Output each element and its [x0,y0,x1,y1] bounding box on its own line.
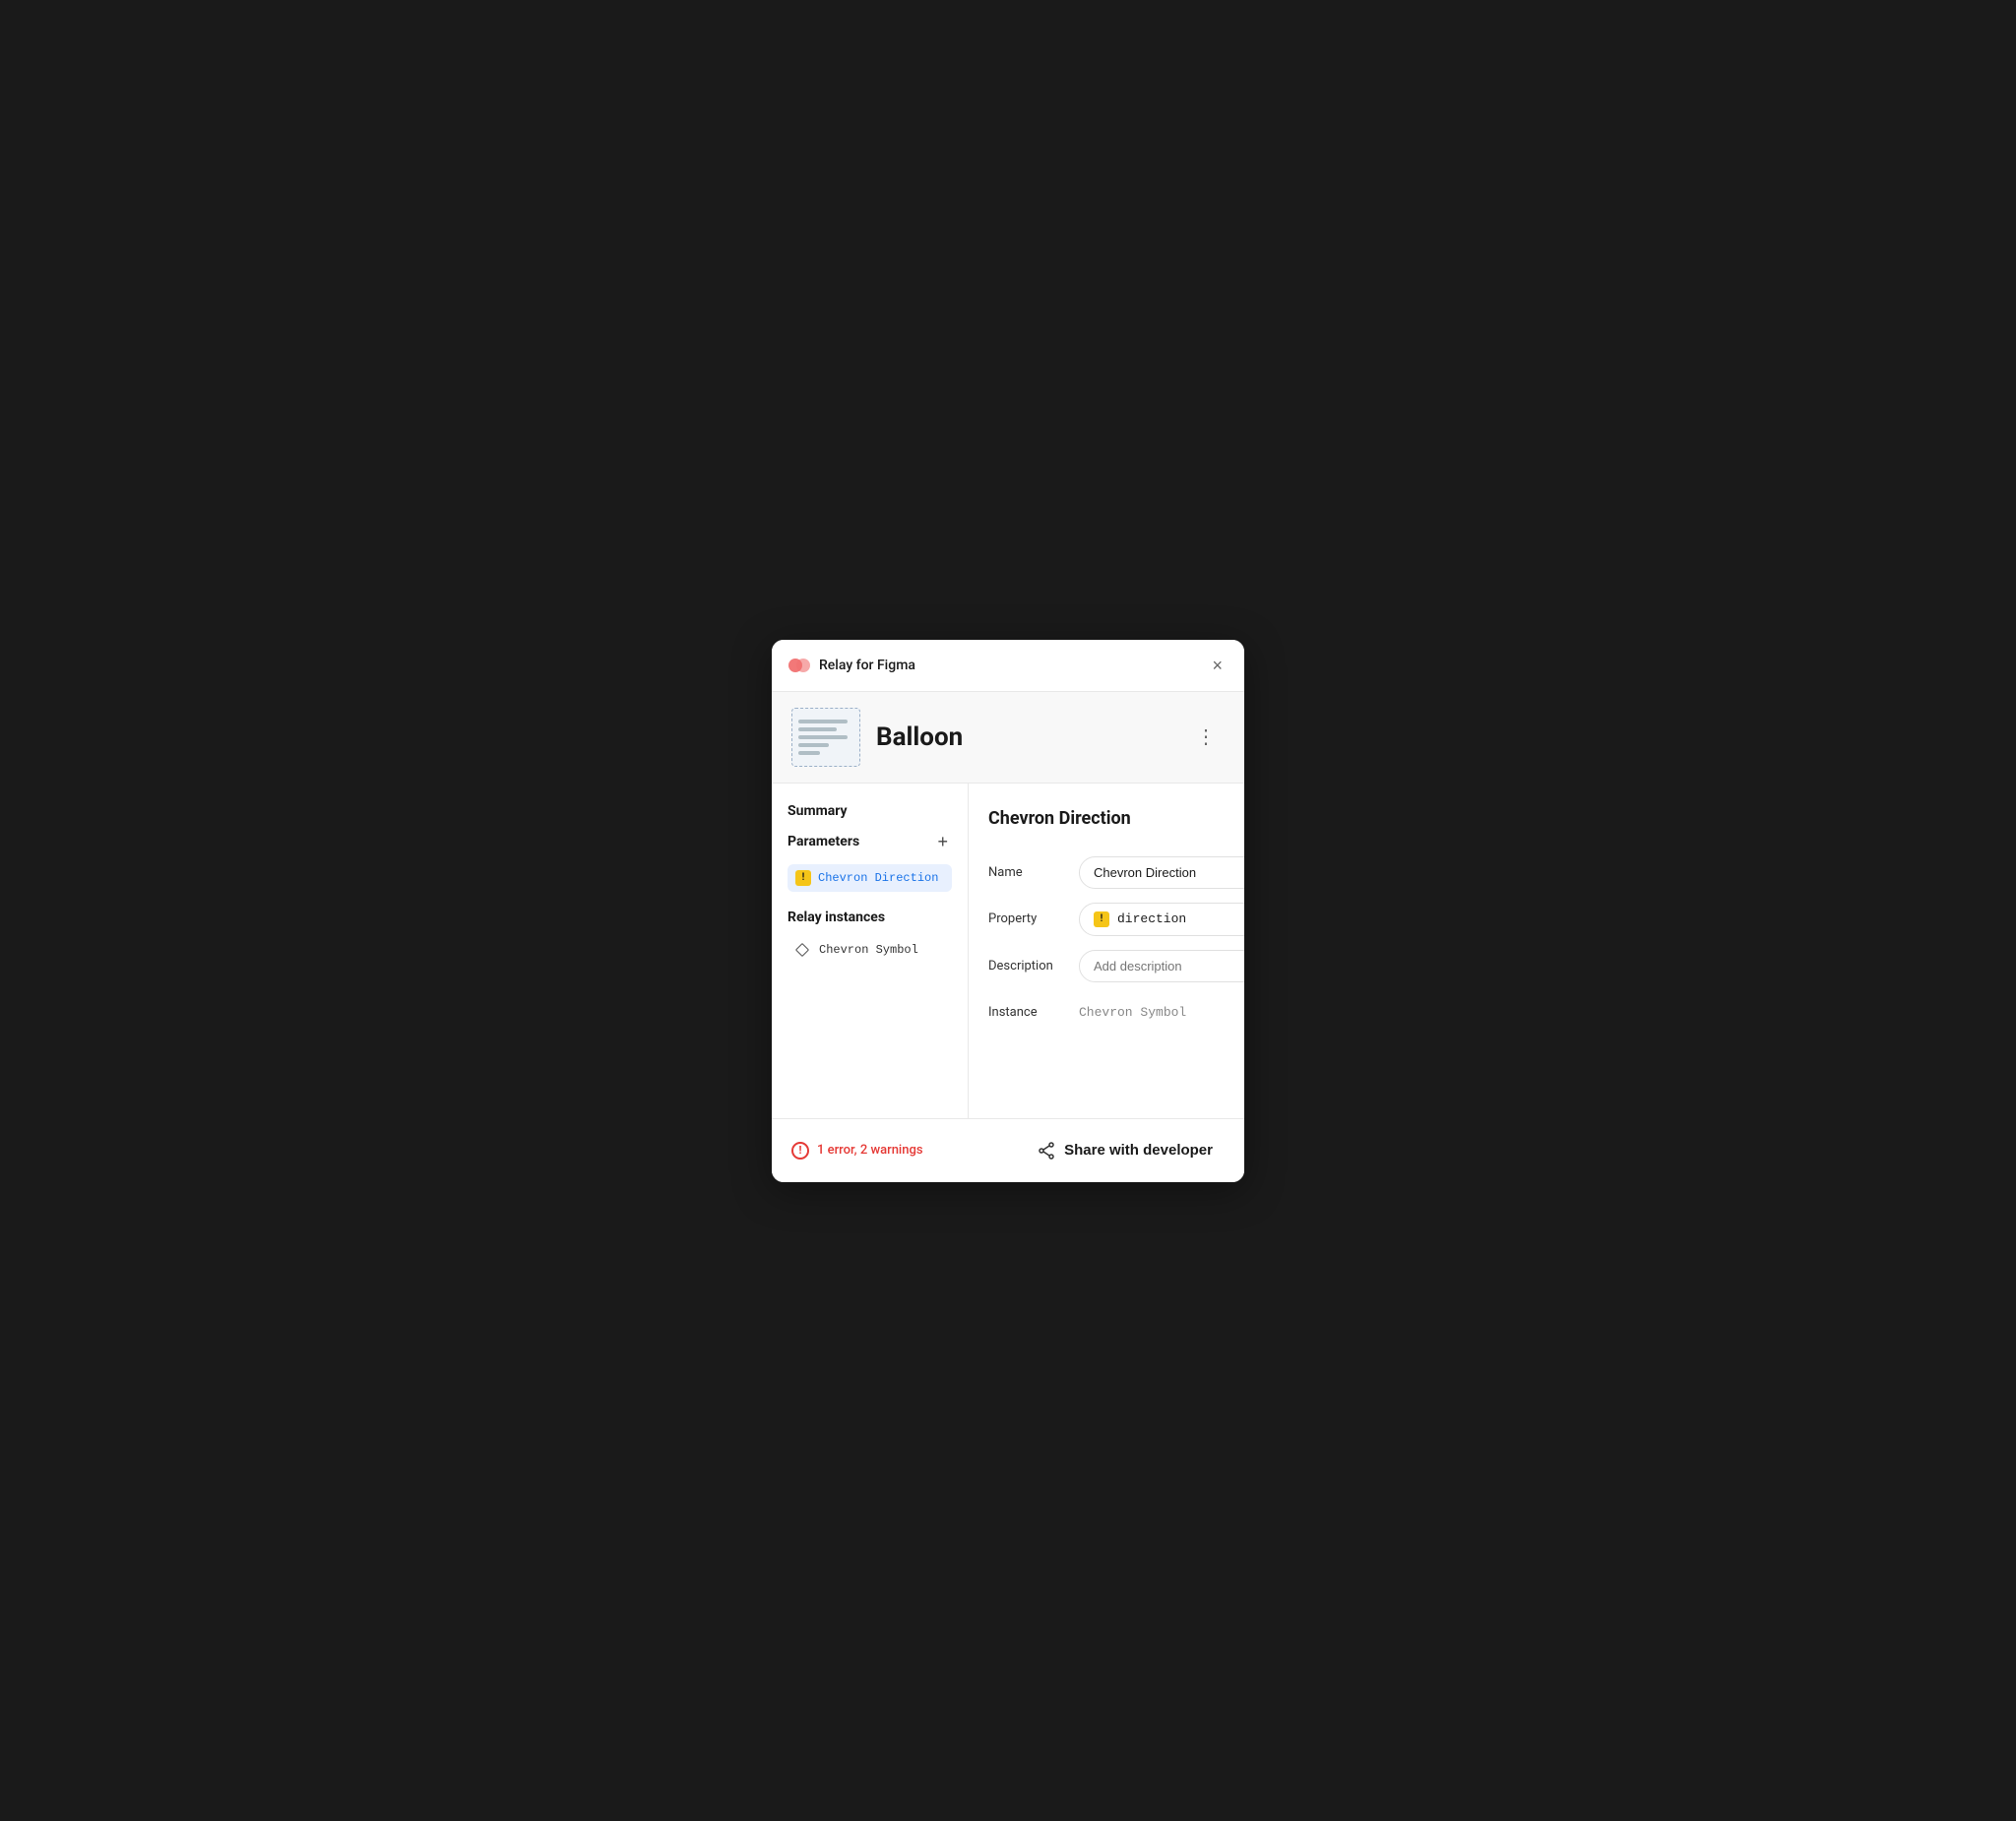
title-bar: Relay for Figma × [772,640,1244,692]
footer: ! 1 error, 2 warnings Share with develop… [772,1118,1244,1182]
thumb-line-5 [798,751,820,755]
name-label: Name [988,865,1067,880]
property-value: direction [1117,911,1244,926]
parameters-section-title: Parameters + [788,833,952,850]
property-label: Property [988,911,1067,926]
component-header-left: Balloon [791,708,963,767]
share-with-developer-button[interactable]: Share with developer [1025,1133,1225,1168]
instance-field-row: Instance Chevron Symbol [988,996,1244,1030]
diamond-icon [795,943,809,957]
error-info: ! 1 error, 2 warnings [791,1142,923,1160]
relay-instance-item[interactable]: Chevron Symbol [788,939,952,961]
right-panel-title: Chevron Direction [988,808,1131,829]
description-label: Description [988,959,1067,973]
main-content: Summary Parameters + ! Chevron Direction… [772,784,1244,1118]
relay-instance-label: Chevron Symbol [819,943,918,957]
error-text: 1 error, 2 warnings [817,1143,923,1158]
parameter-warning-icon: ! [795,870,811,886]
property-warning-icon: ! [1094,911,1109,927]
share-icon [1037,1141,1056,1161]
more-options-button[interactable]: ⋮ [1188,721,1225,753]
component-header: Balloon ⋮ [772,692,1244,784]
name-field-row: Name [988,856,1244,889]
parameter-label: Chevron Direction [818,871,938,885]
thumb-line-1 [798,720,848,723]
app-title: Relay for Figma [819,658,915,673]
left-panel: Summary Parameters + ! Chevron Direction… [772,784,969,1118]
right-panel-header: Chevron Direction [988,803,1244,835]
property-field-row: Property ! direction ⌄ [988,903,1244,936]
property-select[interactable]: ! direction ⌄ [1079,903,1244,936]
main-panel: Relay for Figma × Balloon ⋮ Summary Para… [772,640,1244,1182]
description-input[interactable] [1079,950,1244,982]
thumb-line-4 [798,743,829,747]
instance-value: Chevron Symbol [1079,1005,1236,1020]
relay-instances-title: Relay instances [788,910,952,925]
summary-section-title: Summary [788,803,952,819]
component-name: Balloon [876,722,963,752]
component-thumbnail [791,708,860,767]
description-field-row: Description [988,950,1244,982]
instance-label: Instance [988,1005,1067,1020]
close-button[interactable]: × [1206,655,1228,676]
add-parameter-button[interactable]: + [933,833,952,850]
relay-logo-icon [788,654,811,677]
thumb-line-2 [798,727,837,731]
right-panel: Chevron Direction Name [969,784,1244,1118]
relay-instances-section: Relay instances Chevron Symbol [788,910,952,961]
name-input[interactable] [1079,856,1244,889]
thumb-line-3 [798,735,848,739]
error-icon: ! [791,1142,809,1160]
share-label: Share with developer [1064,1142,1213,1159]
parameter-item-chevron-direction[interactable]: ! Chevron Direction [788,864,952,892]
title-bar-left: Relay for Figma [788,654,915,677]
